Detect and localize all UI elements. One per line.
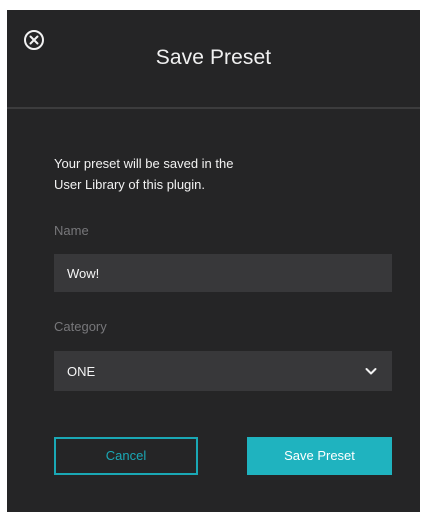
save-preset-dialog: Save Preset Your preset will be saved in… <box>7 10 420 512</box>
save-preset-button[interactable]: Save Preset <box>247 437 392 475</box>
description-line-1: Your preset will be saved in the <box>54 156 234 171</box>
header-divider <box>7 107 420 109</box>
name-label: Name <box>54 223 89 238</box>
description-line-2: User Library of this plugin. <box>54 177 206 192</box>
dialog-description: Your preset will be saved in the User Li… <box>54 153 354 195</box>
chevron-down-icon <box>365 365 377 377</box>
name-input[interactable] <box>54 254 392 292</box>
category-selected-value: ONE <box>67 364 96 379</box>
category-label: Category <box>54 319 107 334</box>
cancel-button[interactable]: Cancel <box>54 437 198 475</box>
dialog-title: Save Preset <box>155 46 272 69</box>
category-select[interactable]: ONE <box>54 351 392 391</box>
